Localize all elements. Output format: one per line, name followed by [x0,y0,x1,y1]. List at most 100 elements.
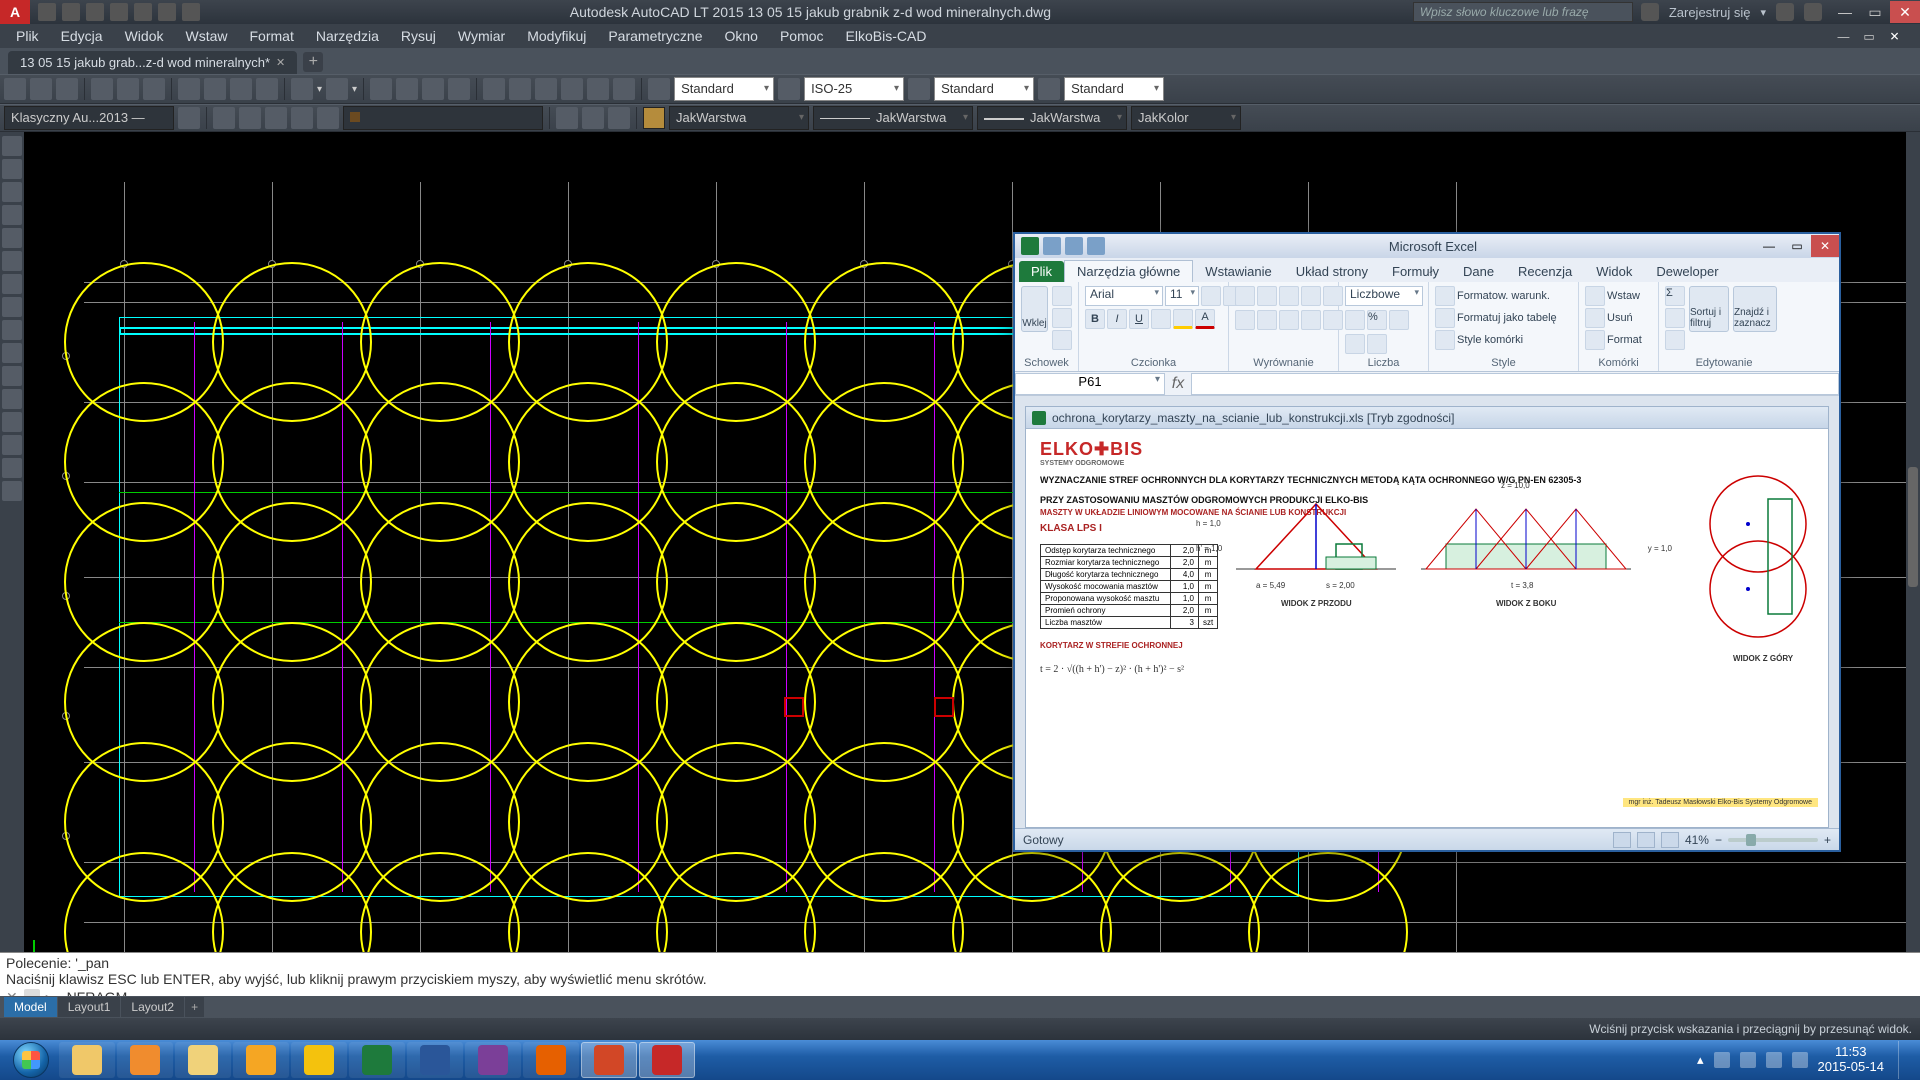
find-select-button[interactable]: Znajdź i zaznacz [1733,286,1777,332]
tray-action-center-icon[interactable] [1714,1052,1730,1068]
vertical-scrollbar[interactable] [1906,132,1920,970]
view-layout-icon[interactable] [1637,832,1655,848]
tb-publish-icon[interactable] [143,78,165,100]
color-swatch[interactable] [643,107,665,129]
xl-qat-redo-icon[interactable] [1087,237,1105,255]
tb-zoom-prev-icon[interactable] [448,78,470,100]
tb-undo-icon[interactable] [291,78,313,100]
menu-widok[interactable]: Widok [115,26,174,46]
ribbon-tab-view[interactable]: Widok [1584,261,1644,282]
tool-block-icon[interactable] [2,366,22,386]
indent-dec-icon[interactable] [1301,310,1321,330]
tool-arc-icon[interactable] [2,205,22,225]
lineweight-dropdown[interactable]: JakWarstwa [977,106,1127,130]
delete-cells-icon[interactable] [1585,308,1605,328]
file-tab-close-icon[interactable]: ✕ [276,56,285,69]
qat-redo-icon[interactable] [182,3,200,21]
tb-new-icon[interactable] [4,78,26,100]
ribbon-tab-review[interactable]: Recenzja [1506,261,1584,282]
show-desktop-button[interactable] [1898,1041,1910,1079]
table-style-dropdown[interactable]: Standard [934,77,1034,101]
infocenter-search[interactable]: Wpisz słowo kluczowe lub frazę [1413,2,1633,22]
tb-layerfrz-icon[interactable] [291,107,313,129]
view-normal-icon[interactable] [1613,832,1631,848]
taskbar-app-excel[interactable] [349,1042,405,1078]
worksheet-title-bar[interactable]: ochrona_korytarzy_maszty_na_scianie_lub_… [1026,407,1828,429]
menu-narzedzia[interactable]: Narzędzia [306,26,389,46]
orientation-icon[interactable] [1301,286,1321,306]
tb-textstyle-icon[interactable] [648,78,670,100]
fx-icon[interactable]: fx [1165,375,1191,393]
zoom-in-icon[interactable]: + [1824,833,1831,847]
tray-volume-icon[interactable] [1766,1052,1782,1068]
sort-filter-button[interactable]: Sortuj i filtruj [1689,286,1729,332]
italic-icon[interactable]: I [1107,309,1127,329]
cell-styles-label[interactable]: Style komórki [1457,334,1523,346]
layout-tab-add[interactable]: + [185,997,204,1017]
text-style-dropdown[interactable]: Standard [674,77,774,101]
currency-icon[interactable] [1345,310,1365,330]
ml-style-dropdown[interactable]: Standard [1064,77,1164,101]
view-break-icon[interactable] [1661,832,1679,848]
tb-save-icon[interactable] [56,78,78,100]
linetype-dropdown[interactable]: JakWarstwa [813,106,973,130]
format-table-icon[interactable] [1435,308,1455,328]
format-cells-icon[interactable] [1585,330,1605,350]
format-table-label[interactable]: Formatuj jako tabelę [1457,312,1557,324]
inc-decimal-icon[interactable] [1345,334,1365,354]
ribbon-tab-formulas[interactable]: Formuły [1380,261,1451,282]
tb-preview-icon[interactable] [117,78,139,100]
tool-wipeout-icon[interactable] [2,481,22,501]
taskbar-app-onenote[interactable] [465,1042,521,1078]
color-dropdown[interactable]: JakWarstwa [669,106,809,130]
menu-okno[interactable]: Okno [715,26,768,46]
fill-icon[interactable] [1665,308,1685,328]
align-top-icon[interactable] [1235,286,1255,306]
menu-format[interactable]: Format [240,26,304,46]
font-size-dropdown[interactable]: 11 [1165,286,1199,306]
taskbar-app-media-player[interactable] [117,1042,173,1078]
taskbar-app-outlook[interactable] [233,1042,289,1078]
qat-save-icon[interactable] [86,3,104,21]
tool-point-icon[interactable] [2,343,22,363]
grow-font-icon[interactable] [1201,286,1221,306]
layout-tab-1[interactable]: Layout1 [58,997,121,1017]
font-color-icon[interactable]: A [1195,309,1215,329]
tool-region-icon[interactable] [2,458,22,478]
taskbar-app-word[interactable] [407,1042,463,1078]
tool-table-icon[interactable] [2,389,22,409]
command-line[interactable]: Polecenie: '_pan Naciśnij klawisz ESC lu… [0,952,1920,996]
tray-battery-icon[interactable] [1792,1052,1808,1068]
tb-layerprev-icon[interactable] [608,107,630,129]
tray-network-icon[interactable] [1740,1052,1756,1068]
menu-plik[interactable]: Plik [6,26,49,46]
formatpainter-icon[interactable] [1052,330,1072,350]
tb-ws-settings-icon[interactable] [178,107,200,129]
tb-zoom-win-icon[interactable] [422,78,444,100]
tb-layerprops-icon[interactable] [213,107,235,129]
percent-icon[interactable]: % [1367,310,1387,330]
tool-pline-icon[interactable] [2,159,22,179]
autosum-icon[interactable]: Σ [1665,286,1685,306]
taskbar-app-firefox[interactable] [523,1042,579,1078]
tool-polygon-icon[interactable] [2,251,22,271]
tb-tablestyle-icon[interactable] [908,78,930,100]
ribbon-tab-layout[interactable]: Układ strony [1284,261,1380,282]
tb-markup-icon[interactable] [587,78,609,100]
align-left-icon[interactable] [1235,310,1255,330]
signin-label[interactable]: Zarejestruj się [1669,5,1751,20]
align-center-icon[interactable] [1257,310,1277,330]
layer-dropdown[interactable]: 2DE_PLS_Eb-$Fe$d8$15.1OC [343,106,543,130]
layout-tab-model[interactable]: Model [4,997,57,1017]
tb-plot-icon[interactable] [91,78,113,100]
bold-icon[interactable]: B [1085,309,1105,329]
tb-dimstyle-icon[interactable] [778,78,800,100]
tb-cut-icon[interactable] [178,78,200,100]
start-button[interactable] [4,1041,58,1079]
tb-makecur-icon[interactable] [556,107,578,129]
tool-spline-icon[interactable] [2,320,22,340]
comma-icon[interactable] [1389,310,1409,330]
cell-styles-icon[interactable] [1435,330,1455,350]
qat-undo-icon[interactable] [158,3,176,21]
doc-close-button[interactable]: ✕ [1882,27,1908,46]
